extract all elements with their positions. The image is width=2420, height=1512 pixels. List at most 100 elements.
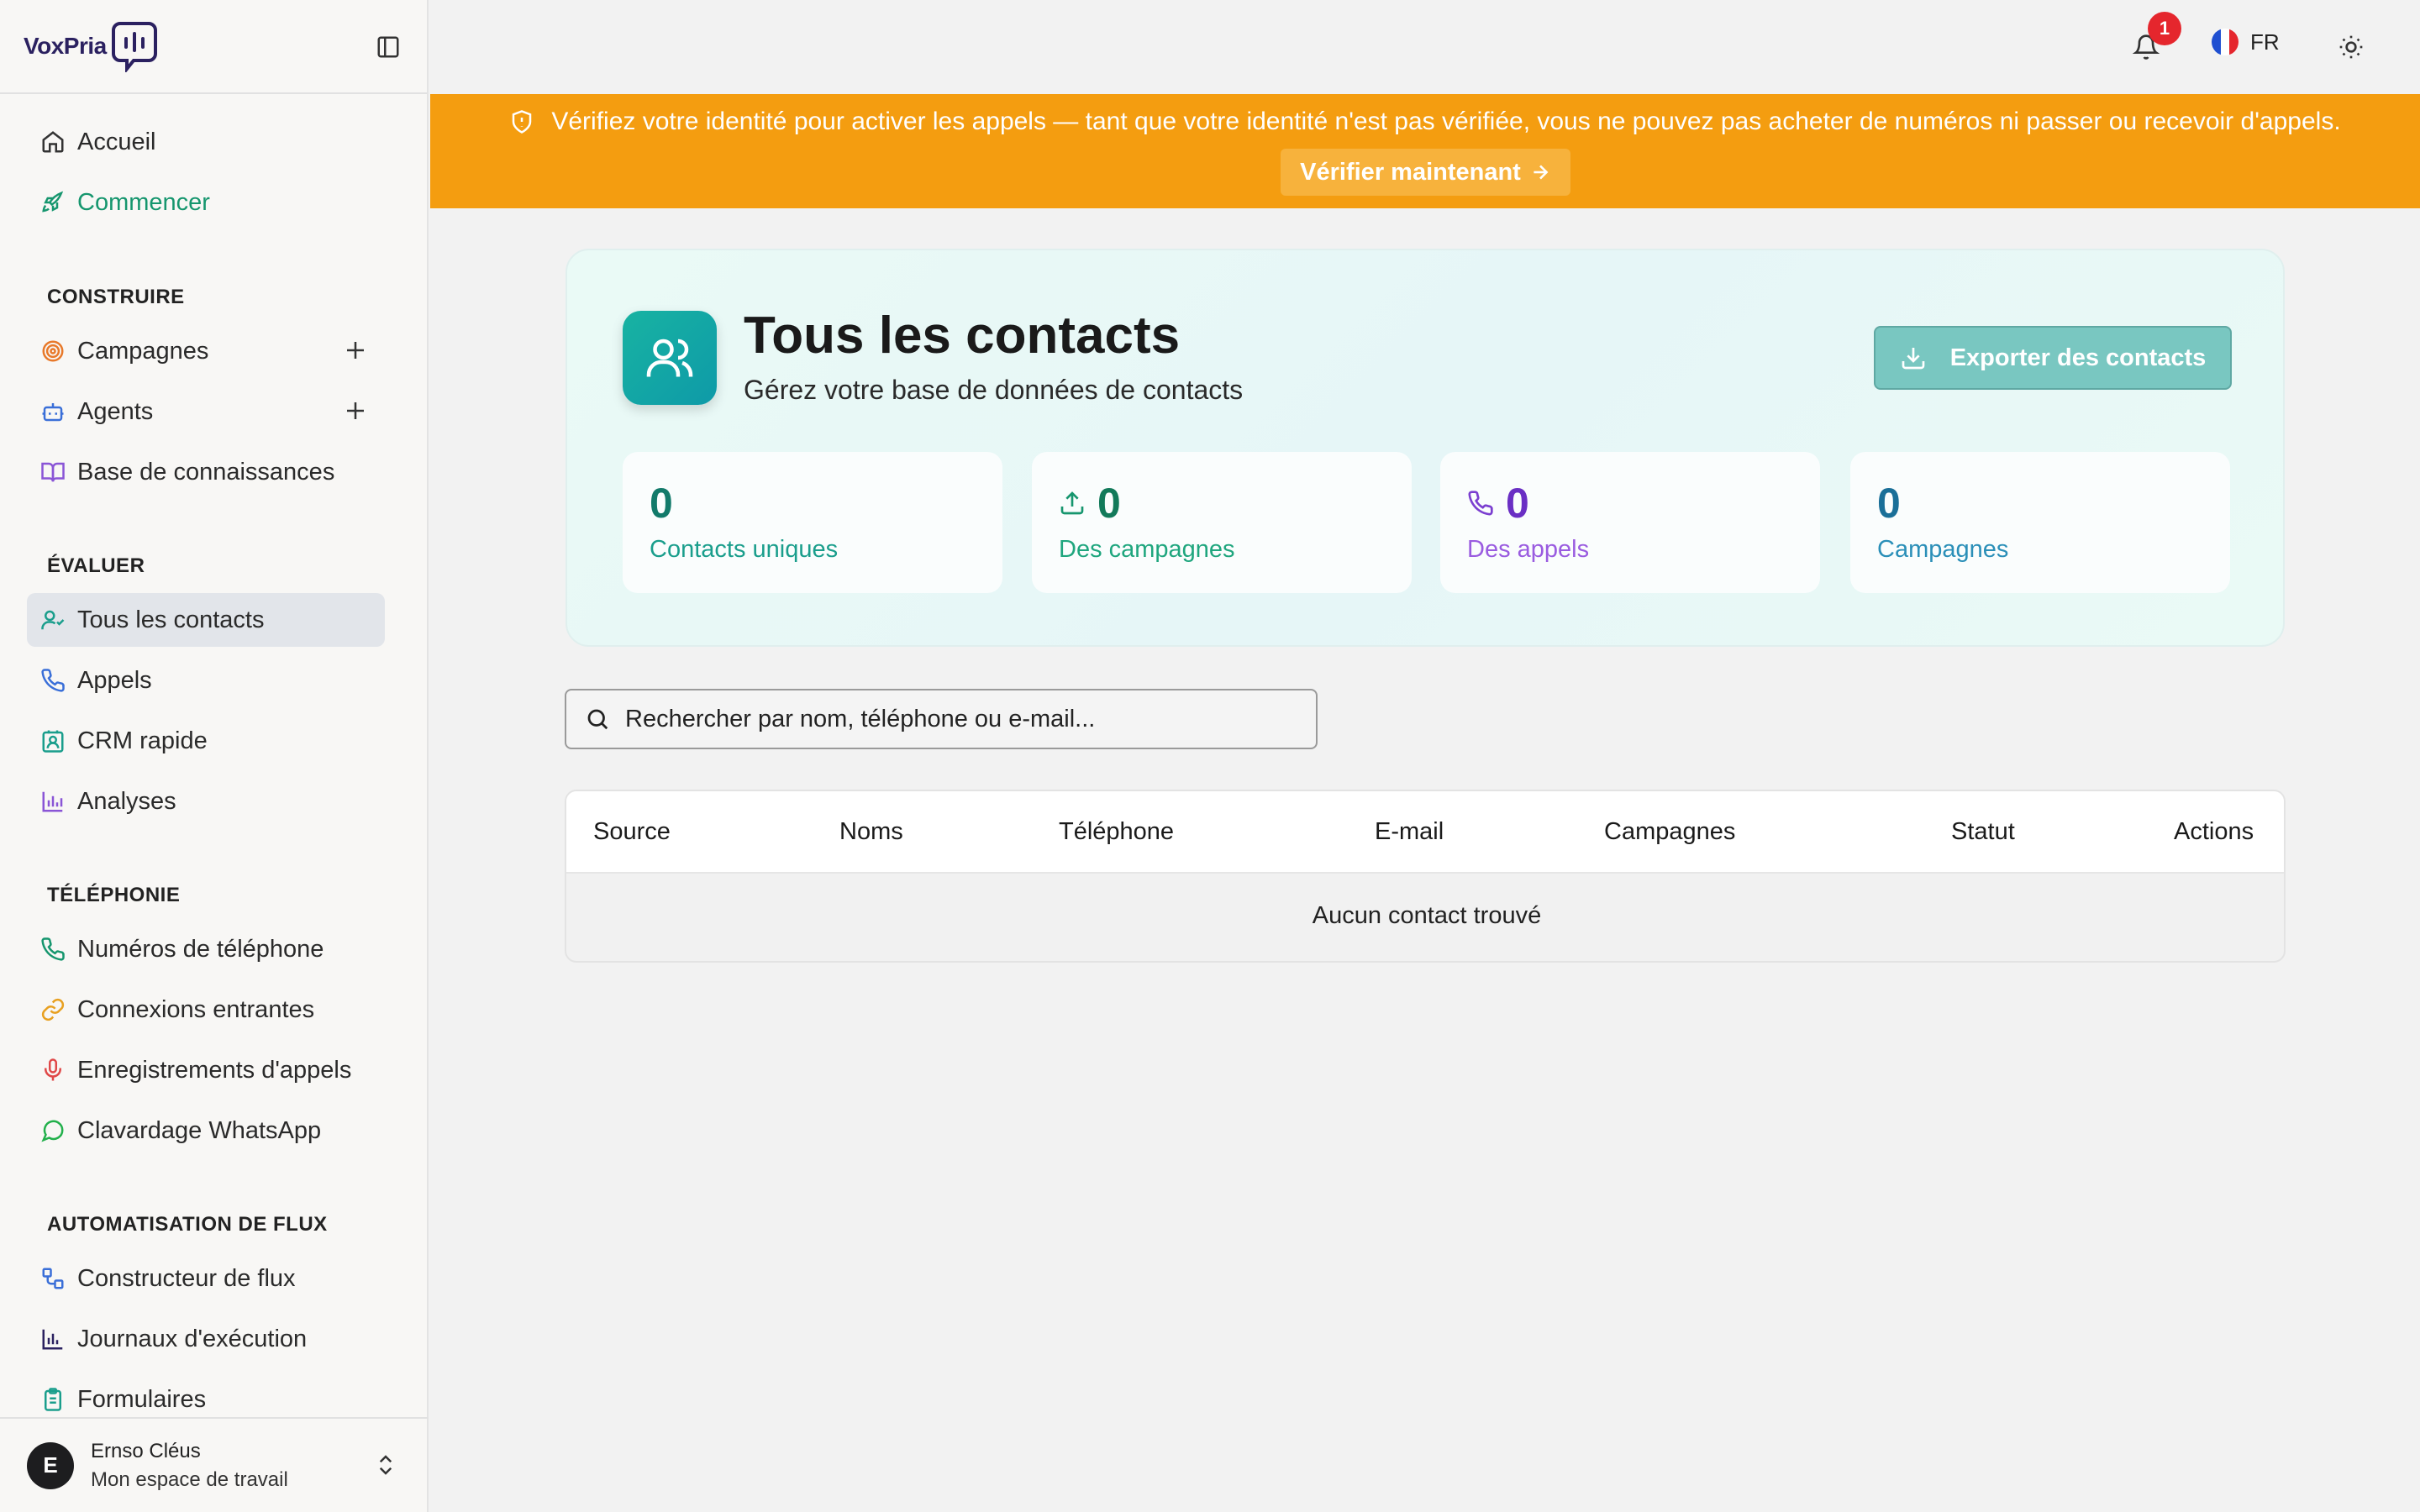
download-icon bbox=[1902, 348, 1925, 370]
stat-label: Des campagnes bbox=[1059, 536, 1235, 563]
stat-value-row: 0 bbox=[1059, 479, 1121, 528]
page-title: Tous les contacts bbox=[744, 307, 1181, 365]
section-evaluer: ÉVALUER bbox=[47, 554, 145, 577]
bot-icon bbox=[42, 403, 64, 422]
export-contacts-label: Exporter des contacts bbox=[1949, 344, 2207, 371]
table-header: Source Noms Téléphone E-mail Campagnes S… bbox=[566, 791, 2284, 874]
sidebar-item-campagnes[interactable]: Campagnes bbox=[27, 324, 385, 378]
sidebar-item-base-connaissances[interactable]: Base de connaissances bbox=[27, 445, 385, 499]
sidebar-item-tous-les-contacts[interactable]: Tous les contacts bbox=[27, 593, 385, 647]
add-campaign-icon[interactable] bbox=[343, 338, 368, 363]
contact-card-icon bbox=[42, 730, 64, 753]
sidebar-item-journaux[interactable]: Journaux d'exécution bbox=[27, 1312, 385, 1366]
add-agent-icon[interactable] bbox=[343, 398, 368, 423]
users-icon bbox=[623, 311, 717, 405]
search-box bbox=[565, 689, 1318, 749]
sidebar-item-label: Agents bbox=[77, 397, 154, 425]
workflow-icon bbox=[42, 1268, 64, 1289]
upload-icon bbox=[1060, 491, 1084, 515]
verify-now-button[interactable]: Vérifier maintenant bbox=[1281, 149, 1570, 196]
stat-value-row: 0 bbox=[1467, 479, 1529, 528]
sidebar-item-enregistrements[interactable]: Enregistrements d'appels bbox=[27, 1043, 385, 1097]
user-menu[interactable]: E Ernso Cléus Mon espace de travail bbox=[0, 1417, 429, 1512]
sidebar-item-label: Analyses bbox=[77, 787, 176, 815]
stat-value: 0 bbox=[650, 480, 673, 527]
sidebar-toggle-button[interactable] bbox=[373, 32, 403, 62]
user-info: Ernso Cléus Mon espace de travail bbox=[91, 1440, 288, 1492]
verify-now-label: Vérifier maintenant bbox=[1300, 158, 1521, 186]
target-icon bbox=[42, 340, 64, 362]
section-telephonie: TÉLÉPHONIE bbox=[47, 884, 181, 906]
brand-name: VoxPria bbox=[24, 33, 107, 59]
sun-icon bbox=[2339, 35, 2363, 59]
search-icon bbox=[587, 709, 608, 730]
phone-icon bbox=[1468, 491, 1493, 516]
mic-icon bbox=[45, 1058, 61, 1081]
stat-value: 0 bbox=[1506, 480, 1529, 527]
stat-label: Contacts uniques bbox=[650, 536, 839, 563]
stat-value: 0 bbox=[1097, 480, 1121, 527]
sidebar-item-label: Accueil bbox=[77, 128, 156, 155]
workspace-name: Mon espace de travail bbox=[91, 1467, 288, 1491]
sidebar-item-accueil[interactable]: Accueil bbox=[27, 115, 385, 169]
sidebar-item-label: Enregistrements d'appels bbox=[77, 1056, 352, 1084]
bar-chart-icon bbox=[42, 791, 63, 812]
phone-icon bbox=[41, 937, 65, 961]
sidebar-item-agents[interactable]: Agents bbox=[27, 385, 385, 438]
avatar: E bbox=[27, 1441, 74, 1489]
section-construire: CONSTRUIRE bbox=[47, 286, 185, 308]
sidebar: VoxPria Accueil Commencer CONSTRUIRE Cam… bbox=[0, 0, 429, 1512]
stat-value: 0 bbox=[1877, 480, 1901, 527]
stat-card-campagnes: 0 Campagnes bbox=[1850, 452, 2230, 593]
sidebar-item-label: Connexions entrantes bbox=[77, 995, 315, 1023]
section-automatisation: AUTOMATISATION DE FLUX bbox=[47, 1213, 328, 1236]
export-contacts-button[interactable]: Exporter des contacts bbox=[1874, 326, 2232, 390]
language-switcher[interactable]: FR bbox=[2212, 29, 2280, 55]
sidebar-item-label: Tous les contacts bbox=[77, 606, 265, 633]
sidebar-item-connexions[interactable]: Connexions entrantes bbox=[27, 983, 385, 1037]
sidebar-item-label: Numéros de téléphone bbox=[77, 935, 324, 963]
panel-left-icon bbox=[377, 36, 399, 58]
sidebar-item-commencer[interactable]: Commencer bbox=[27, 176, 385, 229]
column-header-actions: Actions bbox=[2174, 818, 2254, 845]
user-name: Ernso Cléus bbox=[91, 1439, 201, 1462]
sidebar-item-label: Clavardage WhatsApp bbox=[77, 1116, 322, 1144]
sidebar-item-analyses[interactable]: Analyses bbox=[27, 774, 385, 828]
logo[interactable]: VoxPria bbox=[24, 20, 159, 72]
search-input[interactable] bbox=[625, 705, 1297, 733]
language-code: FR bbox=[2250, 29, 2280, 55]
column-header-noms: Noms bbox=[839, 818, 903, 845]
column-header-statut: Statut bbox=[1951, 818, 2015, 845]
sidebar-item-label: Formulaires bbox=[77, 1385, 207, 1413]
stat-label: Campagnes bbox=[1877, 536, 2009, 563]
banner-message-row: Vérifiez votre identité pour activer les… bbox=[430, 108, 2420, 136]
logo-mark-icon bbox=[111, 22, 157, 72]
sidebar-item-numeros[interactable]: Numéros de téléphone bbox=[27, 922, 385, 976]
sidebar-item-label: Appels bbox=[77, 666, 152, 694]
stat-card-des-campagnes: 0 Des campagnes bbox=[1032, 452, 1412, 593]
phone-icon bbox=[41, 669, 65, 692]
clipboard-icon bbox=[45, 1388, 61, 1411]
verification-banner: Vérifiez votre identité pour activer les… bbox=[430, 94, 2420, 208]
stat-label: Des appels bbox=[1467, 536, 1590, 563]
column-header-campagnes: Campagnes bbox=[1604, 818, 1736, 845]
sidebar-header: VoxPria bbox=[0, 0, 427, 94]
sidebar-item-appels[interactable]: Appels bbox=[27, 654, 385, 707]
banner-message: Vérifiez votre identité pour activer les… bbox=[551, 108, 2341, 135]
column-header-telephone: Téléphone bbox=[1059, 818, 1175, 845]
sidebar-item-constructeur-flux[interactable]: Constructeur de flux bbox=[27, 1252, 385, 1305]
chevrons-up-down-icon bbox=[379, 1455, 392, 1475]
sidebar-item-formulaires[interactable]: Formulaires bbox=[27, 1373, 385, 1417]
home-icon bbox=[42, 131, 64, 153]
sidebar-item-whatsapp[interactable]: Clavardage WhatsApp bbox=[27, 1104, 385, 1158]
sidebar-item-label: Journaux d'exécution bbox=[77, 1325, 308, 1352]
stat-card-des-appels: 0 Des appels bbox=[1440, 452, 1820, 593]
theme-toggle-button[interactable] bbox=[2334, 30, 2368, 64]
sidebar-nav: Accueil Commencer CONSTRUIRE Campagnes A… bbox=[0, 94, 429, 1417]
sidebar-item-crm-rapide[interactable]: CRM rapide bbox=[27, 714, 385, 768]
column-header-email: E-mail bbox=[1375, 818, 1444, 845]
user-check-icon bbox=[41, 610, 65, 630]
topbar bbox=[430, 0, 2420, 94]
link-icon bbox=[41, 998, 65, 1021]
notification-badge: 1 bbox=[2148, 12, 2181, 45]
